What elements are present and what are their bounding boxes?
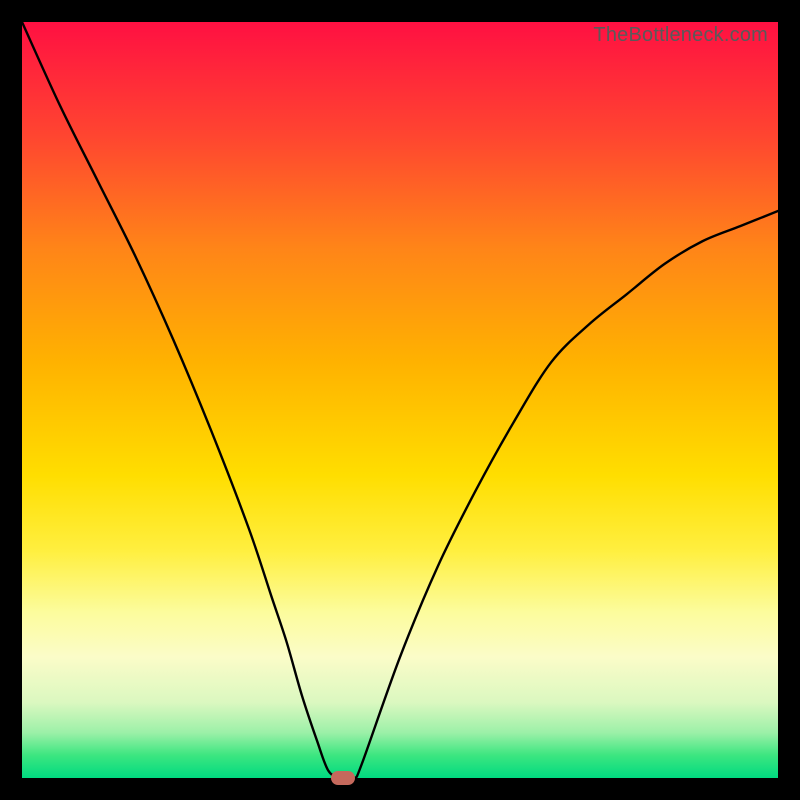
bottleneck-curve [22,22,778,778]
chart-container: TheBottleneck.com [0,0,800,800]
plot-area: TheBottleneck.com [22,22,778,778]
minimum-marker [331,771,355,785]
